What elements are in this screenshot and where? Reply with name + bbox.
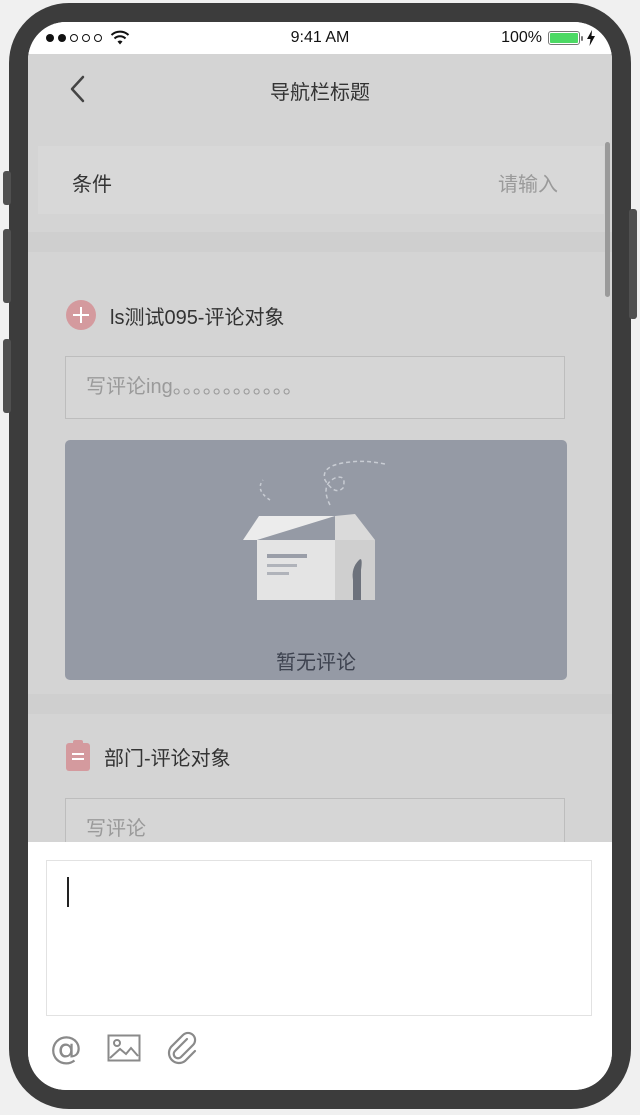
condition-row[interactable]: 条件 请输入: [38, 146, 604, 214]
image-icon[interactable]: [106, 1030, 142, 1066]
mute-switch: [3, 171, 11, 205]
composer-toolbar: @: [48, 1030, 200, 1066]
navigation-bar: 导航栏标题: [28, 54, 612, 124]
battery-status: 100%: [501, 29, 596, 47]
power-button: [629, 209, 637, 319]
page-title: 导航栏标题: [270, 82, 370, 104]
battery-icon: [548, 31, 583, 45]
comment-text-area[interactable]: [46, 860, 592, 1016]
comment-section-header: 部门-评论对象: [66, 739, 231, 771]
charging-bolt-icon: [587, 30, 595, 46]
status-bar: 9:41 AM 100%: [28, 22, 612, 54]
page-content: 导航栏标题 条件 请输入 ls测试095-评论对象 写评论ing。。。。。。。。…: [28, 54, 612, 842]
section-divider: [28, 694, 612, 714]
volume-up-button: [3, 229, 11, 303]
text-caret: [67, 877, 69, 907]
section-divider: [28, 232, 612, 252]
at-icon[interactable]: @: [48, 1030, 84, 1066]
comment-section-header: ls测试095-评论对象: [66, 300, 284, 330]
battery-percent: 100%: [501, 29, 542, 46]
section-title: 部门-评论对象: [104, 748, 231, 770]
comment-input[interactable]: 写评论ing。。。。。。。。。。。。: [65, 356, 565, 419]
volume-down-button: [3, 339, 11, 413]
condition-label: 条件: [72, 174, 112, 196]
clipboard-icon: [66, 739, 90, 771]
section-title: ls测试095-评论对象: [110, 306, 285, 329]
comment-input[interactable]: 写评论: [65, 798, 565, 842]
empty-state-text: 暂无评论: [276, 652, 356, 674]
battery-fill: [550, 33, 578, 43]
scrollbar[interactable]: [605, 142, 610, 297]
empty-comments-panel: 暂无评论: [65, 440, 567, 680]
plus-circle-icon: [66, 300, 96, 330]
phone-screen: 9:41 AM 100% 导航栏标题 条件 请输入 ls测试095-评论对象 写…: [28, 22, 612, 1090]
attachment-icon[interactable]: [164, 1030, 200, 1066]
comment-composer: @: [28, 842, 612, 1090]
condition-input[interactable]: 请输入: [498, 168, 558, 197]
empty-box-illustration: [243, 460, 386, 600]
